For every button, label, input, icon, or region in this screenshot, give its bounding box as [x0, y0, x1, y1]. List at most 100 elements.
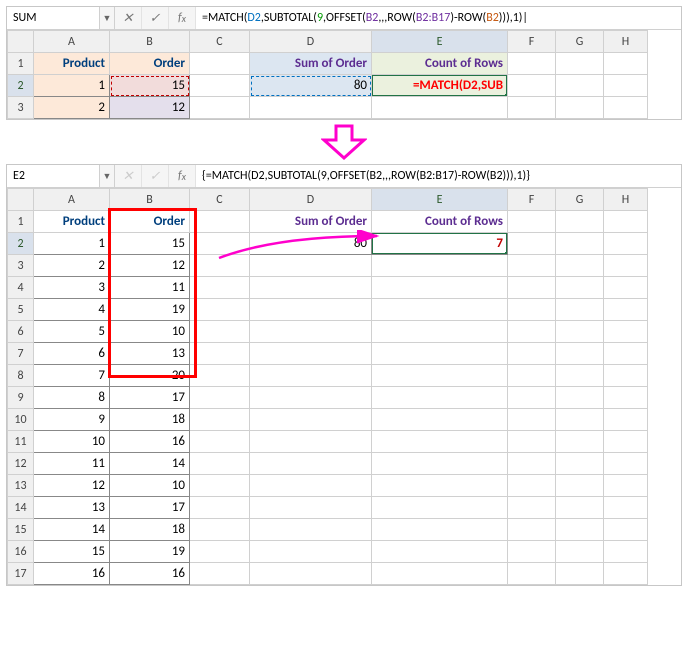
row-header[interactable]: 8: [8, 365, 34, 387]
row-header[interactable]: 12: [8, 453, 34, 475]
cell[interactable]: [556, 409, 604, 431]
cell[interactable]: [556, 563, 604, 585]
cell[interactable]: [250, 277, 372, 299]
row-header[interactable]: 7: [8, 343, 34, 365]
fx-icon[interactable]: fx: [169, 165, 196, 187]
cell[interactable]: [508, 497, 556, 519]
cell[interactable]: [372, 299, 508, 321]
cell[interactable]: [190, 453, 250, 475]
cell[interactable]: [508, 343, 556, 365]
row-header[interactable]: 13: [8, 475, 34, 497]
col-header-B[interactable]: B: [110, 189, 190, 211]
cell[interactable]: [508, 97, 556, 119]
cell[interactable]: [250, 563, 372, 585]
cell[interactable]: [250, 365, 372, 387]
cell[interactable]: [190, 233, 250, 255]
cell[interactable]: [508, 453, 556, 475]
cell[interactable]: [190, 431, 250, 453]
cell-B15[interactable]: 18: [110, 519, 190, 541]
cell-B2[interactable]: 15: [110, 75, 190, 97]
col-header-E[interactable]: E: [372, 189, 508, 211]
cell[interactable]: [372, 97, 508, 119]
cell[interactable]: [372, 431, 508, 453]
row-header[interactable]: 15: [8, 519, 34, 541]
cell-D1[interactable]: Sum of Order: [250, 53, 372, 75]
cell-B4[interactable]: 11: [110, 277, 190, 299]
cell[interactable]: [250, 343, 372, 365]
row-header[interactable]: 3: [8, 255, 34, 277]
cell-E1[interactable]: Count of Rows: [372, 211, 508, 233]
cell-D2[interactable]: 80: [250, 233, 372, 255]
cell[interactable]: [190, 321, 250, 343]
cell[interactable]: [604, 387, 648, 409]
cell[interactable]: [372, 497, 508, 519]
cell[interactable]: [372, 387, 508, 409]
cell-B16[interactable]: 19: [110, 541, 190, 563]
cell[interactable]: [556, 387, 604, 409]
cell-B3[interactable]: 12: [110, 255, 190, 277]
cell-A16[interactable]: 15: [34, 541, 110, 563]
cell[interactable]: [604, 277, 648, 299]
cell[interactable]: [604, 53, 648, 75]
cell-C1[interactable]: [190, 53, 250, 75]
cell[interactable]: [250, 497, 372, 519]
col-header-F[interactable]: F: [508, 189, 556, 211]
cell[interactable]: [508, 255, 556, 277]
row-header[interactable]: 14: [8, 497, 34, 519]
cell[interactable]: [556, 321, 604, 343]
cell[interactable]: [556, 75, 604, 97]
cell[interactable]: [250, 255, 372, 277]
cell[interactable]: [604, 541, 648, 563]
col-header-H[interactable]: H: [604, 189, 648, 211]
cell[interactable]: [556, 519, 604, 541]
cell-B5[interactable]: 19: [110, 299, 190, 321]
cell[interactable]: [604, 97, 648, 119]
row-header[interactable]: 17: [8, 563, 34, 585]
cell[interactable]: [556, 255, 604, 277]
cell-B8[interactable]: 20: [110, 365, 190, 387]
cell[interactable]: [190, 277, 250, 299]
cell[interactable]: [556, 53, 604, 75]
formula-input[interactable]: =MATCH(D2,SUBTOTAL(9,OFFSET(B2,,,ROW(B2:…: [196, 7, 681, 29]
cell[interactable]: [556, 431, 604, 453]
select-all-corner[interactable]: [8, 31, 34, 53]
cell[interactable]: [250, 299, 372, 321]
cell[interactable]: [604, 475, 648, 497]
cell[interactable]: [604, 409, 648, 431]
cell-A2[interactable]: 1: [34, 75, 110, 97]
cell[interactable]: [372, 255, 508, 277]
cell[interactable]: [508, 53, 556, 75]
cell[interactable]: [508, 541, 556, 563]
cell-A9[interactable]: 8: [34, 387, 110, 409]
cell[interactable]: [604, 233, 648, 255]
cell-A1[interactable]: Product: [34, 211, 110, 233]
cell[interactable]: [372, 563, 508, 585]
cell[interactable]: [604, 255, 648, 277]
col-header-F[interactable]: F: [508, 31, 556, 53]
cell[interactable]: [250, 431, 372, 453]
cell[interactable]: [604, 431, 648, 453]
cell[interactable]: [556, 211, 604, 233]
cell[interactable]: [604, 343, 648, 365]
cell[interactable]: [250, 409, 372, 431]
cell[interactable]: [556, 233, 604, 255]
cell-A1[interactable]: Product: [34, 53, 110, 75]
row-header[interactable]: 9: [8, 387, 34, 409]
cell-B1[interactable]: Order: [110, 53, 190, 75]
cell[interactable]: [372, 343, 508, 365]
cell[interactable]: [250, 97, 372, 119]
cell[interactable]: [250, 453, 372, 475]
cell[interactable]: [190, 97, 250, 119]
cell[interactable]: [372, 519, 508, 541]
cell[interactable]: [190, 75, 250, 97]
cell[interactable]: [372, 321, 508, 343]
cell[interactable]: [604, 453, 648, 475]
cell[interactable]: [508, 431, 556, 453]
cell[interactable]: [508, 475, 556, 497]
cell[interactable]: [190, 343, 250, 365]
col-header-D[interactable]: D: [250, 31, 372, 53]
fx-icon[interactable]: fx: [169, 7, 196, 29]
cell-E1[interactable]: Count of Rows: [372, 53, 508, 75]
cell-A7[interactable]: 6: [34, 343, 110, 365]
cell[interactable]: [508, 211, 556, 233]
